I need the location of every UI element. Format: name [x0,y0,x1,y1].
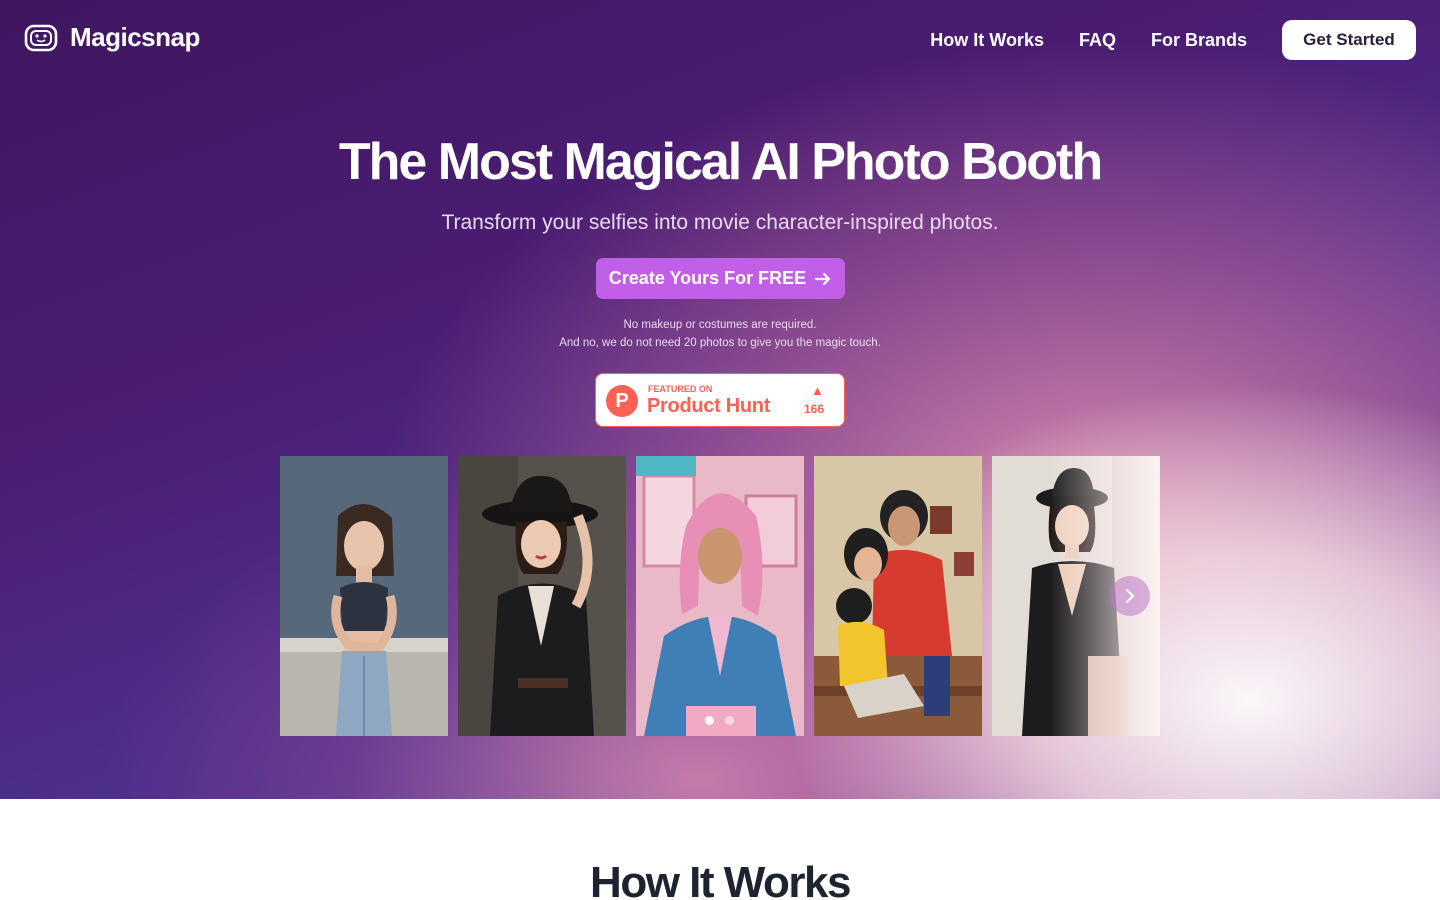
hero-note-line1: No makeup or costumes are required. [623,319,817,331]
photo-man-pink-hair [636,456,804,736]
hero-note-line2: And no, we do not need 20 photos to give… [559,337,881,349]
product-hunt-logo-icon: P [606,385,638,417]
hero-headline: The Most Magical AI Photo Booth [338,133,1103,191]
robot-face-icon [24,24,58,51]
photo-carousel [280,456,1160,736]
create-free-button[interactable]: Create Yours For FREE [596,258,845,299]
carousel-photo[interactable] [280,456,448,736]
brand-logo[interactable]: Magicsnap [24,22,200,53]
create-free-label: Create Yours For FREE [608,268,807,288]
carousel-dot-active[interactable] [705,716,714,725]
get-started-button[interactable]: Get Started [1282,20,1416,60]
chevron-right-icon [1126,589,1134,603]
product-hunt-upvote-count: 166 [804,402,825,416]
product-hunt-featured-label: FEATURED ON [648,384,713,394]
nav-how-it-works[interactable]: How It Works [930,30,1044,51]
carousel-dot[interactable] [725,716,734,725]
product-hunt-badge[interactable]: P FEATURED ON Product Hunt ▲ 166 [595,373,845,427]
product-hunt-name: Product Hunt [647,395,771,417]
carousel-photo[interactable] [814,456,982,736]
photo-family-anime [814,456,982,736]
hero-subheadline: Transform your selfies into movie charac… [441,211,999,234]
carousel-next-button[interactable] [1110,576,1150,616]
top-nav: How It Works FAQ For Brands Get Started [930,20,1416,60]
nav-faq[interactable]: FAQ [1079,30,1116,51]
photo-woman-black-hat [458,456,626,736]
upvote-triangle-icon: ▲ [811,383,824,398]
photo-girl-denim [280,456,448,736]
arrow-right-icon [815,272,831,285]
nav-for-brands[interactable]: For Brands [1151,30,1247,51]
brand-name: Magicsnap [70,22,200,52]
carousel-photo[interactable] [636,456,804,736]
how-it-works-title: How It Works [590,858,851,900]
carousel-photo[interactable] [458,456,626,736]
